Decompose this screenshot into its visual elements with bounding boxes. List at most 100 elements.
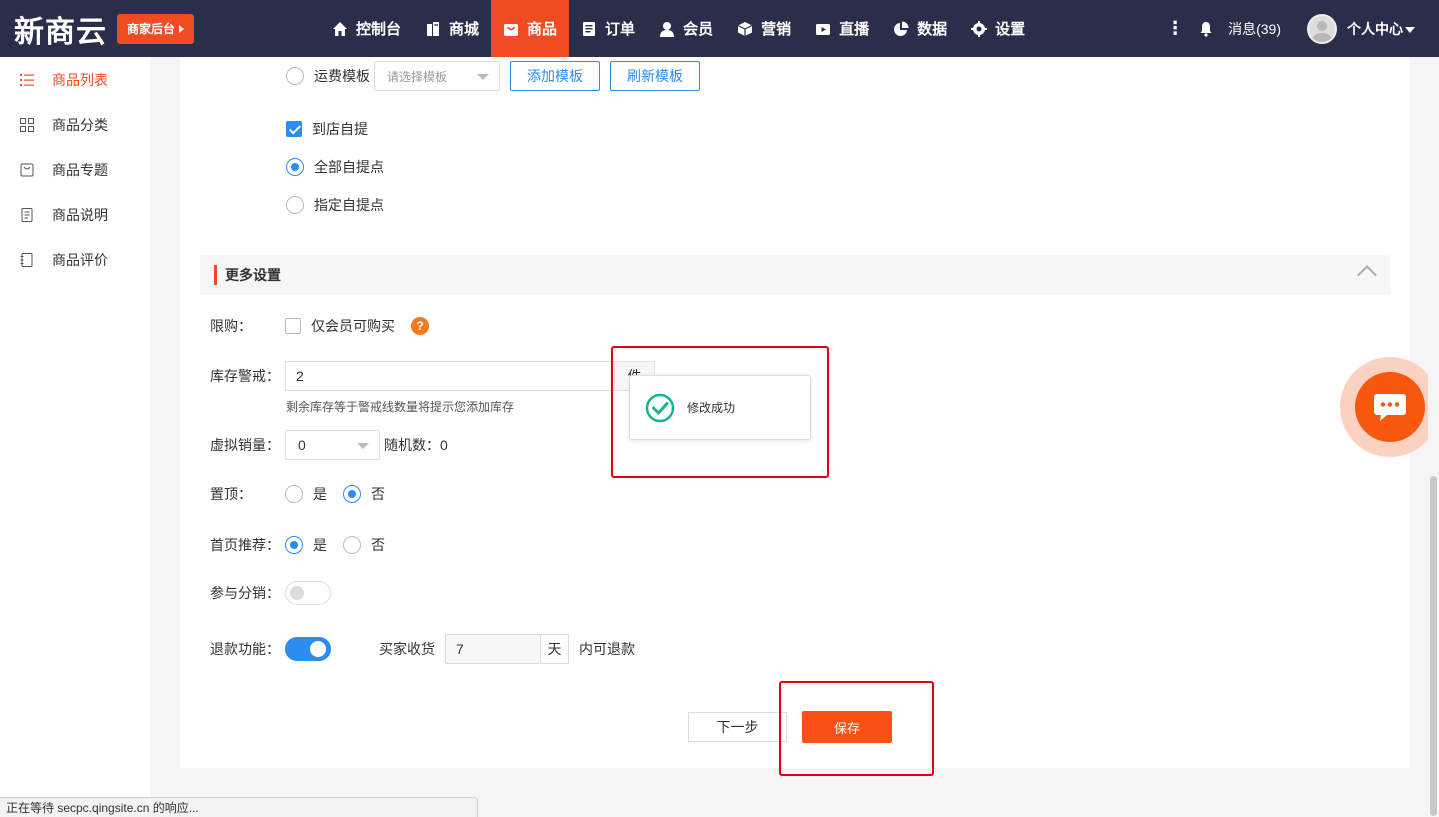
pie-chart-icon	[894, 21, 909, 36]
refund-label: 退款功能：	[210, 641, 280, 657]
user-center-label: 个人中心	[1347, 20, 1403, 37]
home-icon	[333, 21, 347, 36]
refund-suffix-label: 内可退款	[579, 641, 635, 657]
chevron-down-icon	[477, 74, 489, 80]
scrollbar-thumb[interactable]	[1430, 476, 1437, 816]
refund-days-input[interactable]: 7	[445, 634, 541, 664]
clipboard-icon	[583, 21, 596, 36]
nav-live[interactable]: 直播	[803, 0, 881, 57]
nav-goods[interactable]: 商品	[491, 0, 570, 57]
logo: 新商云	[14, 14, 107, 50]
top-right-tools: ⋮ 消息(39) 个人中心	[1166, 0, 1439, 57]
user-center-menu[interactable]: 个人中心	[1347, 19, 1415, 39]
stock-warning-label: 库存警戒：	[210, 368, 280, 384]
distribution-toggle[interactable]	[285, 581, 331, 605]
bell-icon[interactable]	[1198, 21, 1214, 37]
refund-row: 退款功能： 买家收货 7 天 内可退款	[210, 634, 635, 664]
refund-toggle[interactable]	[285, 637, 331, 661]
stock-warning-input[interactable]: 2	[285, 361, 615, 391]
annotation-box-toast	[611, 346, 829, 478]
all-pickup-radio[interactable]	[286, 158, 304, 176]
nav-dashboard[interactable]: 控制台	[320, 0, 413, 57]
pin-top-label: 置顶：	[210, 486, 252, 502]
nav-orders[interactable]: 订单	[569, 0, 647, 57]
freight-template-radio[interactable]	[286, 67, 304, 85]
day-unit: 天	[541, 634, 569, 664]
freight-template-select[interactable]: 请选择模板	[374, 61, 500, 91]
stock-hint: 剩余库存等于警戒线数量将提示您添加库存	[286, 400, 515, 414]
messages-link[interactable]: 消息(39)	[1228, 19, 1281, 39]
play-icon	[816, 23, 831, 35]
stock-hint-row: 剩余库存等于警戒线数量将提示您添加库存	[286, 398, 514, 415]
nav-data[interactable]: 数据	[881, 0, 959, 57]
next-step-button[interactable]: 下一步	[688, 712, 787, 742]
caret-right-icon	[179, 25, 185, 34]
freight-template-label: 运费模板	[314, 68, 370, 84]
merchant-admin-label: 商家后台	[127, 21, 176, 36]
tag-icon	[20, 163, 34, 176]
document-icon	[21, 207, 33, 222]
freight-row: 运费模板 请选择模板 添加模板 刷新模板	[286, 61, 700, 91]
store-pickup-checkbox[interactable]	[286, 121, 302, 137]
no-label: 否	[371, 486, 385, 502]
store-pickup-label: 到店自提	[312, 121, 368, 137]
nav-marketing[interactable]: 营销	[725, 0, 803, 57]
cube-icon	[737, 21, 753, 36]
pickup-row: 到店自提	[286, 119, 368, 139]
chevron-up-icon[interactable]	[1357, 265, 1377, 285]
member-only-label: 仅会员可购买	[311, 318, 395, 334]
nav-label: 商城	[449, 21, 480, 38]
sidebar-item-goods-topic[interactable]: 商品专题	[0, 147, 150, 192]
pin-top-row: 置顶： 是 否	[210, 484, 385, 504]
chat-button[interactable]	[1355, 372, 1425, 442]
distribution-label: 参与分销：	[210, 585, 280, 601]
specific-pickup-radio[interactable]	[286, 196, 304, 214]
add-template-button[interactable]: 添加模板	[510, 61, 600, 91]
home-recommend-label: 首页推荐：	[210, 537, 280, 553]
nav-label: 直播	[839, 21, 870, 38]
yes-label: 是	[313, 486, 327, 502]
sidebar-item-goods-description[interactable]: 商品说明	[0, 192, 150, 237]
freight-template-placeholder: 请选择模板	[387, 69, 448, 84]
more-settings-header[interactable]: 更多设置	[200, 255, 1390, 295]
home-recommend-row: 首页推荐： 是 否	[210, 535, 385, 555]
sidebar-item-goods-list[interactable]: 商品列表	[0, 57, 150, 102]
specific-pickup-label: 指定自提点	[314, 197, 384, 213]
sidebar-item-label: 商品说明	[52, 206, 108, 223]
buyer-receive-label: 买家收货	[379, 641, 435, 657]
more-vertical-icon[interactable]: ⋮	[1166, 18, 1184, 39]
sidebar-item-label: 商品评价	[52, 251, 108, 268]
virtual-sales-select[interactable]: 0	[285, 430, 380, 460]
pin-top-yes-radio[interactable]	[285, 485, 303, 503]
sidebar-item-goods-review[interactable]: 商品评价	[0, 237, 150, 282]
chat-bubble-icon	[1374, 394, 1406, 421]
nav-settings[interactable]: 设置	[959, 0, 1037, 57]
nav-label: 营销	[761, 21, 792, 38]
sidebar-item-label: 商品列表	[52, 71, 108, 88]
all-pickup-label: 全部自提点	[314, 159, 384, 175]
sidebar-item-label: 商品分类	[52, 116, 108, 133]
virtual-sales-row: 虚拟销量： 0 随机数：0	[210, 430, 448, 460]
pin-top-no-radio[interactable]	[343, 485, 361, 503]
purchase-limit-row: 限购： 仅会员可购买 ?	[210, 316, 429, 336]
nav-mall[interactable]: 商城	[413, 0, 491, 57]
purchase-limit-label: 限购：	[210, 318, 252, 334]
caret-down-icon	[1405, 26, 1415, 33]
top-navbar: 新商云 商家后台 控制台 商城 商品 订单 会员 营销 直播 数据 设置 ⋮ 消…	[0, 0, 1439, 57]
nav-members[interactable]: 会员	[647, 0, 725, 57]
help-icon[interactable]: ?	[411, 317, 429, 335]
merchant-admin-button[interactable]: 商家后台	[117, 13, 195, 44]
avatar[interactable]	[1307, 13, 1337, 44]
sidebar: 商品列表 商品分类 商品专题 商品说明 商品评价	[0, 57, 150, 817]
nav-label: 订单	[605, 21, 636, 38]
home-recommend-yes-radio[interactable]	[285, 536, 303, 554]
nav-label: 数据	[917, 21, 948, 38]
home-recommend-no-radio[interactable]	[343, 536, 361, 554]
nav-label: 控制台	[356, 21, 402, 38]
annotation-box-save	[779, 681, 934, 776]
refresh-template-button[interactable]: 刷新模板	[610, 61, 700, 91]
sidebar-item-label: 商品专题	[52, 161, 108, 178]
nav-label: 商品	[527, 21, 558, 38]
sidebar-item-goods-category[interactable]: 商品分类	[0, 102, 150, 147]
member-only-checkbox[interactable]	[285, 318, 301, 334]
